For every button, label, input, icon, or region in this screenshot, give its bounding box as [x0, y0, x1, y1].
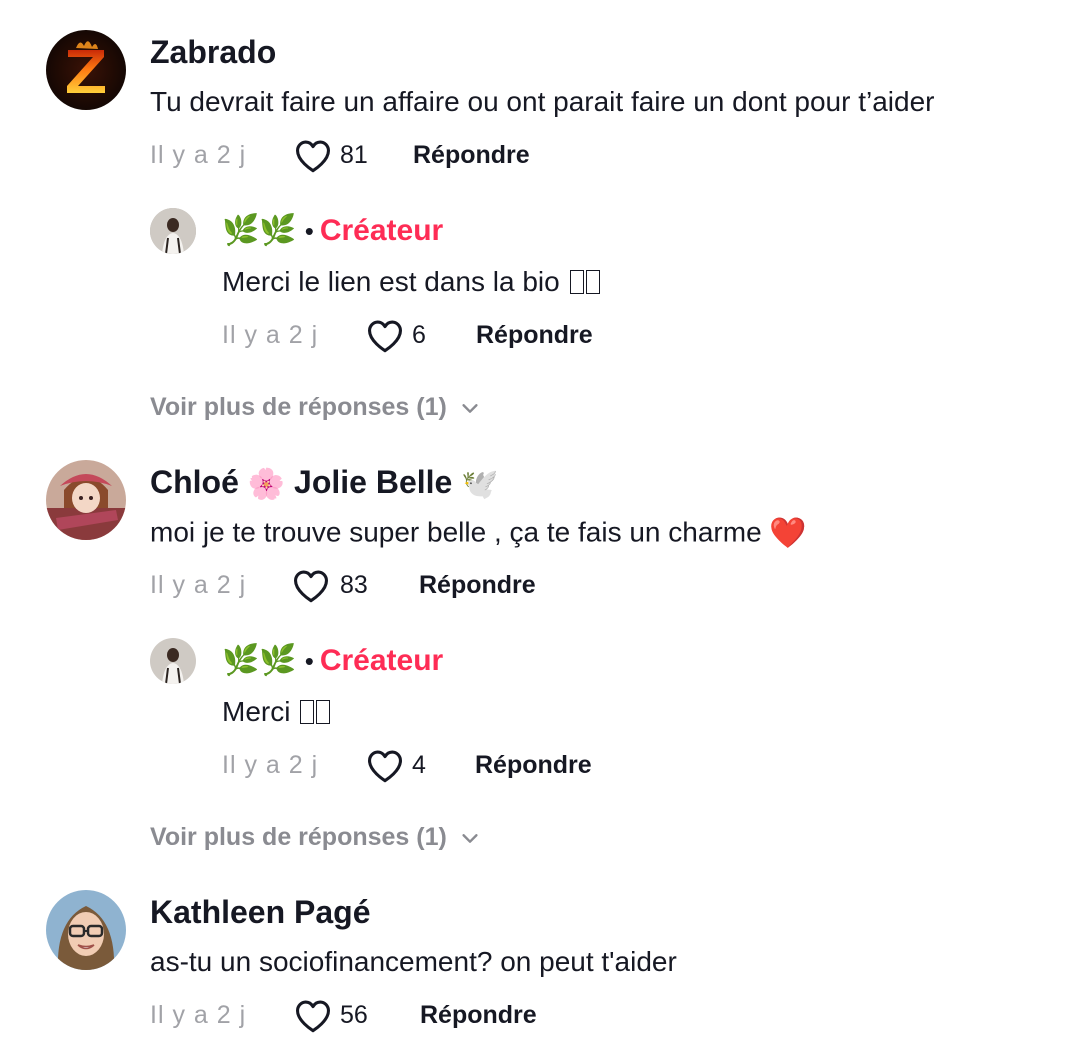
- reply-text-content: Merci le lien est dans la bio: [222, 266, 560, 297]
- missing-glyph: [316, 700, 331, 724]
- creator-name-row: 🌿🌿 • Créateur: [222, 211, 443, 251]
- username-part-2: Jolie Belle: [294, 464, 453, 500]
- dove-emoji: 🕊️: [461, 467, 499, 501]
- red-heart-emoji: ❤️: [769, 517, 807, 550]
- reply-actions: Il y a 2 j 6 Répondre: [222, 317, 822, 353]
- like-count: 83: [340, 571, 368, 599]
- heart-outline-icon[interactable]: [294, 139, 332, 173]
- avatar[interactable]: [150, 638, 196, 684]
- heart-outline-icon[interactable]: [366, 319, 404, 353]
- reply-button[interactable]: Répondre: [419, 567, 536, 603]
- comment-actions: Il y a 2 j 83 Répondre: [150, 567, 750, 603]
- separator-dot: •: [304, 646, 314, 676]
- comment-actions: Il y a 2 j 56 Répondre: [150, 997, 750, 1033]
- missing-glyph: [569, 270, 584, 294]
- comment-actions: Il y a 2 j 81 Répondre: [150, 137, 750, 173]
- creator-badge: Créateur: [319, 214, 444, 247]
- username[interactable]: Zabrado: [150, 32, 276, 72]
- heart-outline-icon[interactable]: [292, 569, 330, 603]
- missing-glyph: [300, 700, 315, 724]
- like-count: 4: [412, 751, 426, 779]
- missing-glyph: [585, 270, 600, 294]
- like-count: 6: [412, 321, 426, 349]
- timestamp: Il y a 2 j: [222, 321, 319, 349]
- heart-outline-icon[interactable]: [366, 749, 404, 783]
- like-count: 56: [340, 1001, 368, 1029]
- reply-button[interactable]: Répondre: [476, 317, 593, 353]
- timestamp: Il y a 2 j: [222, 751, 319, 779]
- separator-dot: •: [304, 216, 314, 246]
- creator-badge: Créateur: [319, 644, 444, 677]
- view-more-replies-label: Voir plus de réponses (1): [150, 393, 447, 421]
- like-count: 81: [340, 141, 368, 169]
- comment-text: Tu devrait faire un affaire ou ont parai…: [150, 86, 935, 117]
- avatar[interactable]: [46, 30, 126, 110]
- reply-actions: Il y a 2 j 4 Répondre: [222, 747, 822, 783]
- reply-text: Merci le lien est dans la bio: [222, 264, 600, 300]
- view-more-replies[interactable]: Voir plus de réponses (1): [150, 819, 481, 855]
- avatar[interactable]: [46, 890, 126, 970]
- view-more-replies-label: Voir plus de réponses (1): [150, 823, 447, 851]
- timestamp: Il y a 2 j: [150, 141, 247, 169]
- reply-text: Merci: [222, 694, 331, 730]
- chevron-down-icon: [462, 404, 478, 413]
- username[interactable]: Kathleen Pagé: [150, 892, 371, 932]
- avatar[interactable]: [150, 208, 196, 254]
- reply-button[interactable]: Répondre: [420, 997, 537, 1033]
- heart-outline-icon[interactable]: [294, 999, 332, 1033]
- creator-username[interactable]: 🌿🌿: [222, 211, 297, 251]
- view-more-replies[interactable]: Voir plus de réponses (1): [150, 389, 481, 425]
- reply-button[interactable]: Répondre: [475, 747, 592, 783]
- cherry-blossom-emoji: 🌸: [247, 467, 286, 501]
- timestamp: Il y a 2 j: [150, 1001, 247, 1029]
- timestamp: Il y a 2 j: [150, 571, 247, 599]
- reply-text-content: Merci: [222, 696, 291, 727]
- comment-text: as-tu un sociofinancement? on peut t'aid…: [150, 946, 677, 977]
- creator-name-row: 🌿🌿 • Créateur: [222, 641, 443, 681]
- username[interactable]: Chloé 🌸 Jolie Belle 🕊️: [150, 462, 499, 505]
- username-part-1: Chloé: [150, 464, 239, 500]
- comment-text: moi je te trouve super belle , ça te fai…: [150, 514, 807, 554]
- comment-text-content: moi je te trouve super belle , ça te fai…: [150, 516, 762, 548]
- chevron-down-icon: [462, 834, 478, 843]
- reply-button[interactable]: Répondre: [413, 137, 530, 173]
- avatar[interactable]: [46, 460, 126, 540]
- creator-username[interactable]: 🌿🌿: [222, 641, 297, 681]
